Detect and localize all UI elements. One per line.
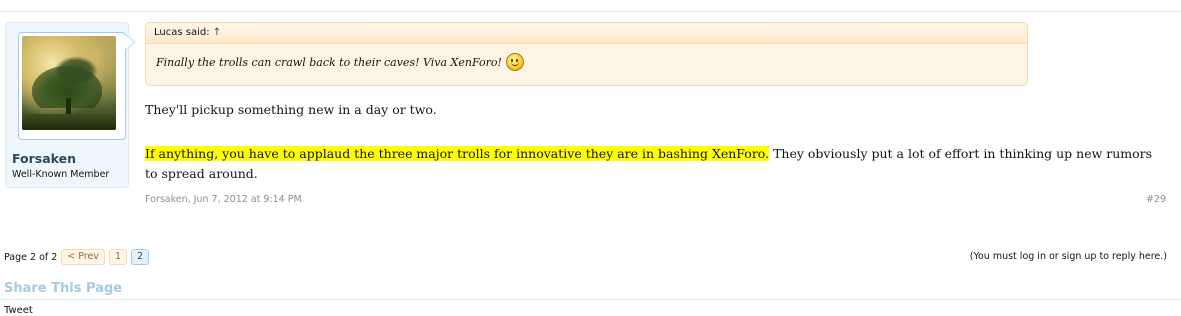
message-paragraph-2: If anything, you have to applaud the thr…: [145, 144, 1165, 184]
login-note[interactable]: (You must log in or sign up to reply her…: [970, 251, 1167, 262]
avatar-image: [22, 36, 116, 130]
quote-container: Lucas said: ↑ Finally the trolls can cra…: [145, 22, 1028, 86]
message-user-info: Forsaken Well-Known Member: [5, 22, 129, 188]
quote-content: Finally the trolls can crawl back to the…: [156, 53, 524, 71]
user-title: Well-Known Member: [12, 169, 110, 180]
post-date-link[interactable]: Forsaken, Jun 7, 2012 at 9:14 PM: [145, 194, 302, 205]
page-1-link[interactable]: 1: [109, 249, 128, 265]
page-2-current[interactable]: 2: [131, 249, 150, 265]
share-page-heading: Share This Page: [4, 281, 123, 296]
quote-attribution: Lucas said: ↑: [146, 23, 1027, 44]
avatar[interactable]: [18, 32, 126, 140]
username-link[interactable]: Forsaken: [12, 151, 76, 166]
message-paragraph-1: They'll pickup something new in a day or…: [145, 102, 437, 117]
share-divider: [0, 299, 1181, 300]
top-divider: [0, 11, 1181, 12]
quote-jump-arrow-icon[interactable]: ↑: [213, 27, 221, 38]
smile-emoji-icon: [505, 53, 524, 71]
page-label: Page 2 of 2: [4, 251, 58, 263]
quote-author: Lucas said:: [154, 27, 210, 38]
highlighted-text: If anything, you have to applaud the thr…: [145, 146, 770, 161]
pagination: Page 2 of 2 < Prev 1 2: [4, 249, 153, 265]
tweet-button[interactable]: Tweet: [4, 305, 33, 316]
prev-page-button[interactable]: < Prev: [61, 249, 106, 265]
quote-text: Finally the trolls can crawl back to the…: [156, 55, 502, 69]
post-number-link[interactable]: #29: [1146, 194, 1166, 205]
